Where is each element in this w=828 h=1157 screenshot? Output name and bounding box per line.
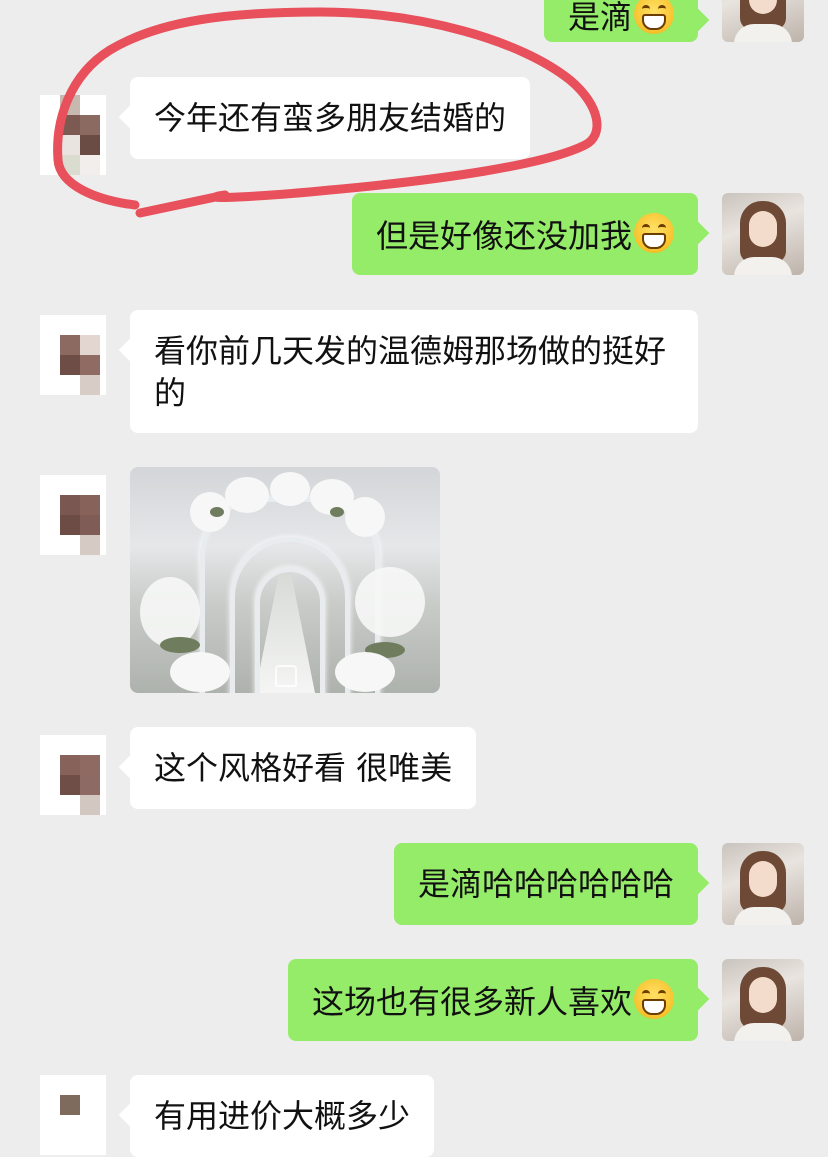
message-bubble-incoming[interactable]: 有用进价大概多少 bbox=[130, 1075, 435, 1157]
message-bubble-incoming[interactable]: 今年还有蛮多朋友结婚的 bbox=[130, 77, 531, 159]
message-text: 这场也有很多新人喜欢 bbox=[311, 983, 632, 1021]
watermark-logo-icon bbox=[275, 665, 297, 687]
contact-avatar[interactable] bbox=[40, 735, 106, 815]
message-bubble-incoming[interactable]: 这个风格好看 很唯美 bbox=[130, 727, 477, 809]
my-avatar[interactable] bbox=[722, 959, 804, 1041]
message-bubble-outgoing[interactable]: 但是好像还没加我 bbox=[351, 193, 698, 275]
message-text: 看你前几天发的温德姆那场做的挺好的 bbox=[154, 332, 667, 412]
my-avatar[interactable] bbox=[722, 193, 804, 275]
message-bubble-incoming[interactable]: 看你前几天发的温德姆那场做的挺好的 bbox=[130, 310, 698, 433]
contact-avatar[interactable] bbox=[40, 315, 106, 395]
message-text: 是滴 bbox=[567, 0, 632, 36]
grinning-face-icon bbox=[634, 213, 674, 253]
grinning-face-icon bbox=[634, 979, 674, 1019]
message-bubble-outgoing[interactable]: 是滴 bbox=[543, 0, 698, 42]
my-avatar[interactable] bbox=[722, 843, 804, 925]
message-text: 是滴哈哈哈哈哈哈 bbox=[417, 865, 674, 903]
message-text: 今年还有蛮多朋友结婚的 bbox=[154, 99, 507, 137]
wedding-hall-photo[interactable] bbox=[130, 467, 440, 693]
message-bubble-outgoing[interactable]: 是滴哈哈哈哈哈哈 bbox=[393, 843, 698, 925]
grinning-face-icon bbox=[634, 0, 674, 34]
contact-avatar[interactable] bbox=[40, 1075, 106, 1155]
contact-avatar[interactable] bbox=[40, 95, 106, 175]
message-text: 有用进价大概多少 bbox=[154, 1097, 411, 1135]
contact-avatar[interactable] bbox=[40, 475, 106, 555]
message-text: 但是好像还没加我 bbox=[375, 217, 632, 255]
message-bubble-outgoing[interactable]: 这场也有很多新人喜欢 bbox=[287, 959, 698, 1041]
message-text: 这个风格好看 很唯美 bbox=[154, 749, 453, 787]
my-avatar[interactable] bbox=[722, 0, 804, 42]
